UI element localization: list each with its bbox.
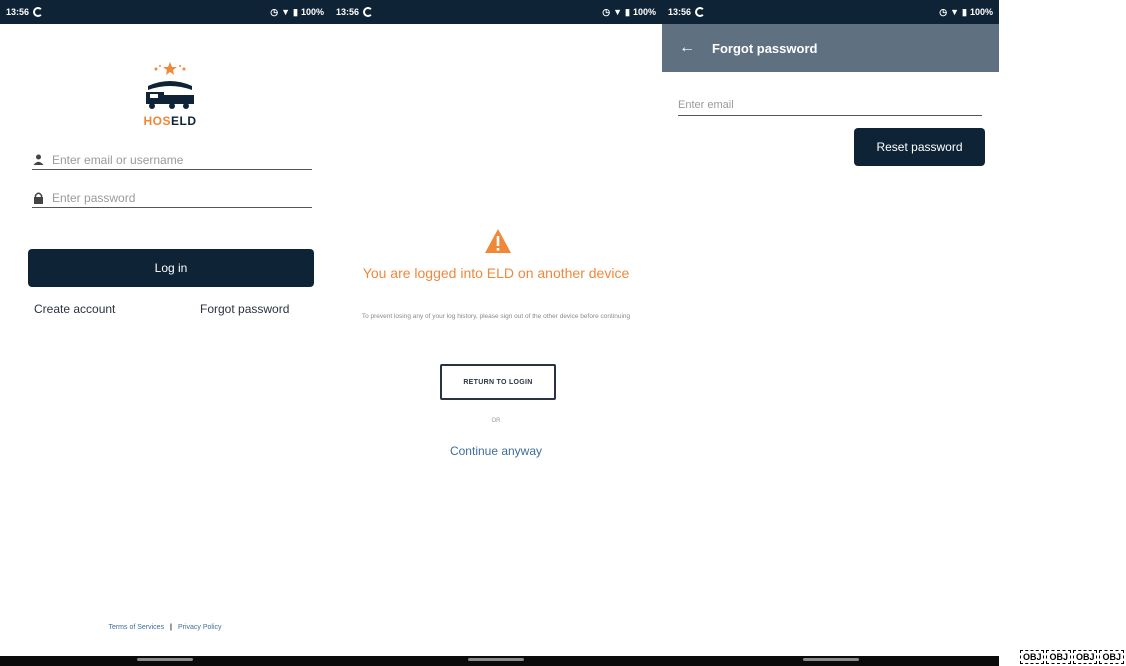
battery-icon: ▮	[293, 6, 298, 17]
password-field[interactable]: Enter password	[32, 188, 312, 208]
battery-icon: ▮	[962, 6, 967, 17]
forgot-password-screen: 13:56 ◷ ▼ ▮ 100% ← Forgot password Reset…	[662, 0, 999, 666]
email-placeholder: Enter email or username	[52, 152, 184, 167]
logo-hos: HOS	[143, 114, 171, 128]
person-icon	[32, 154, 44, 166]
app-bar: ← Forgot password	[662, 24, 999, 72]
password-placeholder: Enter password	[52, 190, 136, 205]
sync-icon	[695, 7, 706, 17]
home-handle[interactable]	[137, 658, 193, 661]
battery-level: 100%	[632, 7, 656, 17]
email-username-field[interactable]: Enter email or username	[32, 150, 312, 170]
nav-bar	[0, 656, 330, 666]
status-right: ◷ ▼ ▮ 100%	[602, 7, 656, 18]
footer-separator: |	[170, 624, 172, 631]
logo-wordmark: HOSELD	[130, 114, 210, 128]
status-time: 13:56	[336, 7, 360, 17]
conflict-title: You are logged into ELD on another devic…	[362, 265, 630, 281]
privacy-link[interactable]: Privacy Policy	[178, 624, 222, 631]
terms-link[interactable]: Terms of Services	[108, 624, 164, 631]
sync-icon	[363, 7, 374, 17]
alarm-icon: ◷	[270, 6, 279, 17]
battery-level: 100%	[300, 7, 324, 17]
lock-icon	[32, 192, 44, 204]
login-screen: 13:56 ◷ ▼ ▮ 100% HOSELD Enter email or u…	[0, 0, 330, 666]
page-title: Forgot password	[712, 40, 818, 56]
status-bar: 13:56 ◷ ▼ ▮ 100%	[662, 0, 999, 24]
alarm-icon: ◷	[939, 6, 948, 17]
return-to-login-button[interactable]: RETURN TO LOGIN	[440, 364, 556, 400]
back-arrow-icon[interactable]: ←	[662, 39, 712, 57]
continue-anyway-link[interactable]: Continue anyway	[330, 444, 662, 458]
wifi-icon: ▼	[281, 7, 291, 17]
create-account-link[interactable]: Create account	[34, 302, 115, 316]
obj-marker: OBJ	[1046, 650, 1071, 664]
obj-marker: OBJ	[1099, 650, 1124, 664]
status-right: ◷ ▼ ▮ 100%	[270, 7, 324, 18]
login-button[interactable]: Log in	[28, 249, 314, 287]
logo-eld: ELD	[171, 114, 197, 128]
status-bar: 13:56 ◷ ▼ ▮ 100%	[330, 0, 662, 24]
email-field[interactable]	[678, 94, 982, 116]
or-divider: OR	[491, 418, 501, 424]
battery-icon: ▮	[625, 6, 630, 17]
forgot-password-link[interactable]: Forgot password	[200, 302, 289, 316]
alarm-icon: ◷	[602, 6, 611, 17]
status-right: ◷ ▼ ▮ 100%	[939, 7, 993, 18]
warning-icon	[485, 229, 511, 253]
obj-marker: OBJ	[1072, 650, 1098, 664]
status-time: 13:56	[6, 7, 30, 17]
home-handle[interactable]	[802, 658, 859, 661]
footer-links: Terms of Services | Privacy Policy	[0, 624, 330, 631]
nav-bar	[330, 656, 662, 666]
home-handle[interactable]	[468, 658, 524, 661]
session-conflict-screen: 13:56 ◷ ▼ ▮ 100% You are logged into ELD…	[330, 0, 662, 666]
nav-bar	[662, 656, 999, 666]
truck-logo-icon	[146, 62, 194, 109]
status-bar: 13:56 ◷ ▼ ▮ 100%	[0, 0, 330, 24]
wifi-icon: ▼	[613, 7, 623, 17]
app-logo: HOSELD	[130, 58, 210, 136]
conflict-subtitle: To prevent losing any of your log histor…	[361, 313, 631, 320]
battery-level: 100%	[969, 7, 993, 17]
sync-icon	[33, 7, 44, 17]
email-input[interactable]	[678, 98, 982, 111]
object-markers: OBJ OBJ OBJ OBJ	[1019, 650, 1124, 664]
status-time: 13:56	[668, 7, 692, 17]
wifi-icon: ▼	[950, 7, 960, 17]
reset-password-button[interactable]: Reset password	[854, 128, 985, 166]
obj-marker: OBJ	[1019, 650, 1045, 664]
